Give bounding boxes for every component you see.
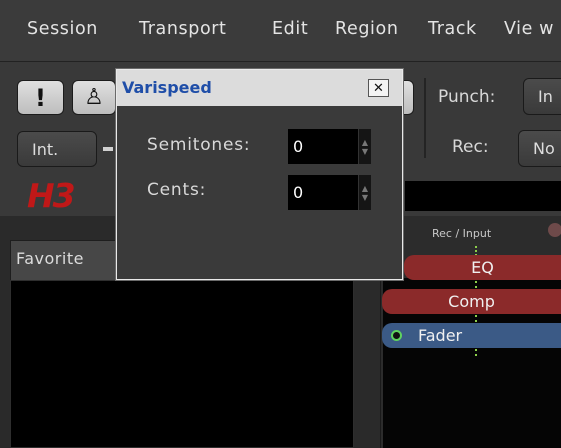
spin-down-icon: ▼ [361,192,369,202]
spin-up-icon: ▲ [361,137,369,147]
menu-track[interactable]: Track [428,19,477,39]
cents-stepper[interactable]: ▲ ▼ [358,175,371,210]
favorites-tab-label: Favorite [16,249,84,268]
signal-dots [475,349,477,356]
menubar: Session Transport Edit Region Track Vie … [0,0,561,62]
alert-button[interactable]: ! [17,80,64,115]
exclamation-icon: ! [35,83,46,112]
int-connector [103,147,113,151]
rec-input-indicator[interactable] [548,223,561,237]
int-button[interactable]: Int. [17,131,97,167]
menu-view[interactable]: Vie w [504,19,554,39]
rec-input-header: Rec / Input [432,227,492,240]
dialog-close-button[interactable]: ✕ [368,79,389,97]
dialog-title: Varispeed [122,78,212,97]
semitones-value: 0 [293,137,304,156]
processor-fader[interactable]: Fader [382,323,561,348]
cents-field[interactable]: 0 [288,175,358,210]
close-icon: ✕ [373,80,384,96]
semitones-stepper[interactable]: ▲ ▼ [358,129,371,164]
menu-edit[interactable]: Edit [272,19,308,39]
toolbar-separator [424,78,426,158]
spin-down-icon: ▼ [361,146,369,156]
menu-region[interactable]: Region [335,19,399,39]
punch-label: Punch: [438,87,496,107]
processor-eq[interactable]: EQ [404,255,561,280]
app-logo: H3 [27,176,76,215]
cents-value: 0 [293,183,304,202]
signal-dots [475,315,477,322]
rec-mode-button[interactable]: No [518,130,561,167]
favorites-list[interactable] [10,280,354,448]
metronome-icon: ♙ [84,85,104,110]
metronome-button[interactable]: ♙ [72,80,116,115]
spin-up-icon: ▲ [361,183,369,193]
menu-session[interactable]: Session [27,19,98,39]
cents-label: Cents: [147,180,207,200]
semitones-field[interactable]: 0 [288,129,358,164]
menu-transport[interactable]: Transport [139,19,227,39]
fader-active-led[interactable] [391,330,402,341]
signal-dots [475,281,477,288]
rec-label: Rec: [452,137,489,157]
semitones-label: Semitones: [147,135,251,155]
punch-in-button[interactable]: In [523,78,561,115]
processor-comp[interactable]: Comp [382,289,561,314]
time-display [405,181,561,211]
